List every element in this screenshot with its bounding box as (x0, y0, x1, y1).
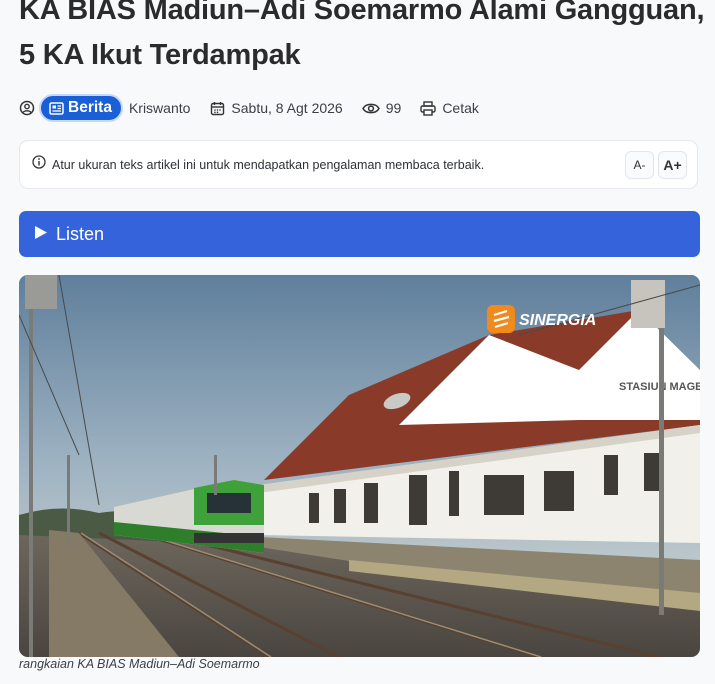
print-label: Cetak (442, 100, 479, 116)
watermark-text: SINERGIA (519, 312, 596, 329)
category-label: Berita (68, 99, 112, 116)
eye-icon (361, 102, 380, 115)
views-item: 99 (361, 100, 402, 116)
decrease-font-button[interactable]: A- (625, 151, 654, 179)
listen-label: Listen (56, 223, 105, 244)
article-meta: Berita Kriswanto Sabtu, 8 Agt 2026 99 Ce… (19, 94, 479, 122)
play-icon (34, 224, 48, 245)
author-name[interactable]: Kriswanto (129, 100, 190, 116)
notice-text: Atur ukuran teks artikel ini untuk menda… (52, 157, 485, 172)
category-badge[interactable]: Berita (39, 94, 123, 122)
date-item: Sabtu, 8 Agt 2026 (210, 100, 343, 116)
user-icon (19, 100, 35, 116)
printer-icon (420, 100, 437, 116)
calendar-icon (210, 101, 225, 116)
article-title: KA BIAS Madiun–Adi Soemarmo Alami Ganggu… (19, 0, 705, 71)
print-button[interactable]: Cetak (420, 100, 479, 116)
publish-date: Sabtu, 8 Agt 2026 (231, 100, 343, 116)
font-size-controls: A- A+ (625, 151, 687, 179)
listen-button[interactable]: Listen (19, 211, 700, 257)
article-photo: STASIUN MAGETAN SINERGIA (19, 275, 700, 657)
newspaper-icon (49, 101, 64, 115)
view-count: 99 (385, 100, 402, 116)
increase-font-button[interactable]: A+ (658, 151, 687, 179)
text-size-notice: Atur ukuran teks artikel ini untuk menda… (19, 140, 698, 189)
info-icon (32, 155, 46, 174)
station-illustration: STASIUN MAGETAN SINERGIA (19, 275, 700, 657)
photo-caption: rangkaian KA BIAS Madiun–Adi Soemarmo (19, 657, 260, 671)
